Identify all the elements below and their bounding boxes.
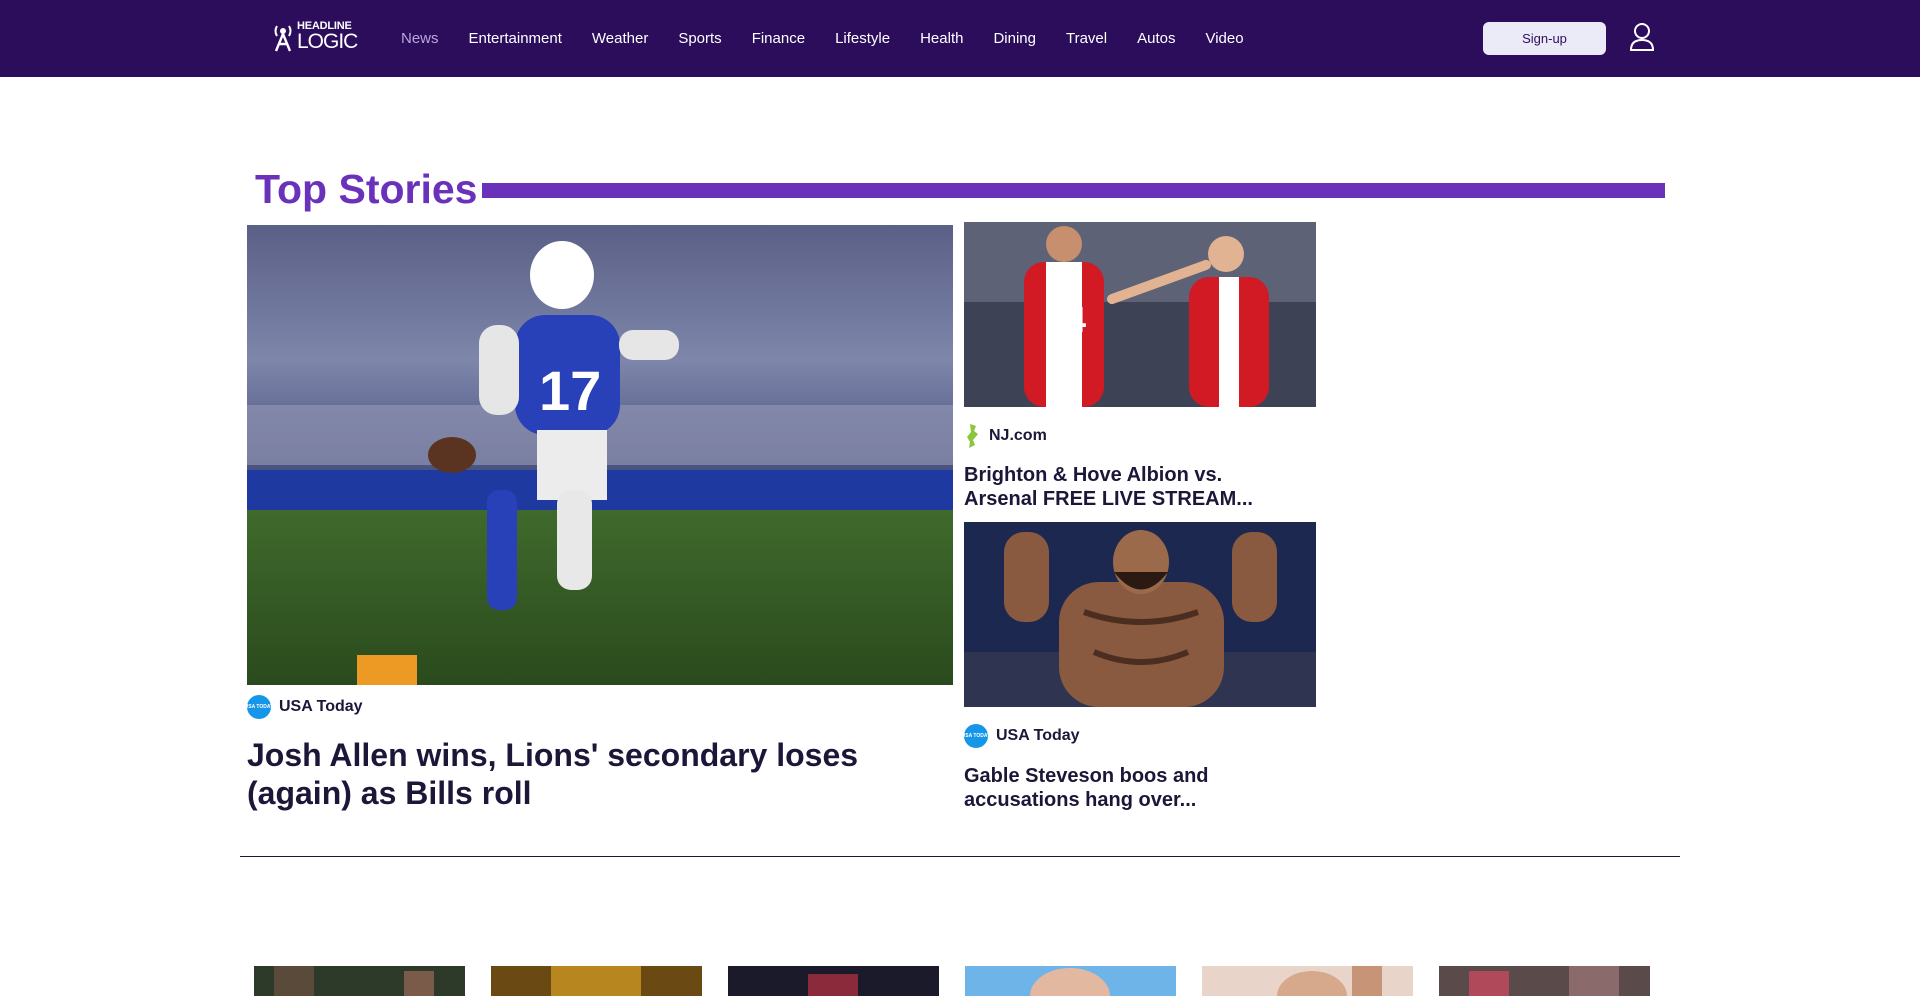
side-story-1-source: NJ.com bbox=[964, 423, 1047, 449]
story-thumbnail[interactable] bbox=[1202, 966, 1413, 996]
side-story-1-headline[interactable]: Brighton & Hove Albion vs. Arsenal FREE … bbox=[964, 463, 1294, 511]
usa-today-logo-icon: USA TODAY bbox=[962, 724, 990, 748]
nav-item-finance[interactable]: Finance bbox=[752, 29, 805, 49]
main-story-source: USA TODAY USA Today bbox=[245, 695, 363, 719]
main-nav: News Entertainment Weather Sports Financ… bbox=[401, 29, 1274, 49]
story-thumbnail[interactable] bbox=[728, 966, 939, 996]
nav-item-entertainment[interactable]: Entertainment bbox=[469, 29, 562, 49]
nj-com-logo-icon bbox=[967, 424, 978, 448]
svg-text:14: 14 bbox=[1046, 299, 1086, 340]
side-story-2-headline[interactable]: Gable Steveson boos and accusations hang… bbox=[964, 764, 1294, 812]
svg-text:17: 17 bbox=[539, 359, 601, 422]
user-icon[interactable] bbox=[1628, 22, 1656, 52]
side-story-2-source-name: USA Today bbox=[996, 727, 1080, 744]
nav-item-video[interactable]: Video bbox=[1205, 29, 1243, 49]
side-story-1-image[interactable]: 14 bbox=[964, 222, 1316, 407]
headline-logic-logo[interactable]: HEADLINE LOGIC bbox=[272, 20, 360, 53]
main-story-image[interactable]: 17 bbox=[247, 225, 953, 685]
side-story-2-source: USA TODAY USA Today bbox=[962, 724, 1080, 748]
story-thumbnail[interactable] bbox=[965, 966, 1176, 996]
nav-item-travel[interactable]: Travel bbox=[1066, 29, 1107, 49]
nav-item-lifestyle[interactable]: Lifestyle bbox=[835, 29, 890, 49]
logo-wordmark: HEADLINE LOGIC bbox=[297, 21, 358, 53]
nav-item-news[interactable]: News bbox=[401, 29, 439, 49]
story-thumbnail-row bbox=[254, 966, 1651, 996]
nav-item-autos[interactable]: Autos bbox=[1137, 29, 1175, 49]
nav-item-health[interactable]: Health bbox=[920, 29, 963, 49]
usa-today-logo-icon: USA TODAY bbox=[245, 695, 273, 719]
section-title-bar bbox=[482, 183, 1665, 198]
nav-item-weather[interactable]: Weather bbox=[592, 29, 648, 49]
top-header: HEADLINE LOGIC News Entertainment Weathe… bbox=[0, 0, 1920, 77]
story-thumbnail[interactable] bbox=[254, 966, 465, 996]
signup-button[interactable]: Sign-up bbox=[1483, 22, 1606, 55]
nav-item-sports[interactable]: Sports bbox=[678, 29, 721, 49]
section-title-top-stories: Top Stories bbox=[255, 166, 478, 212]
section-divider bbox=[240, 856, 1680, 857]
side-story-1-source-name: NJ.com bbox=[989, 427, 1047, 444]
main-story-source-name: USA Today bbox=[279, 698, 363, 715]
main-story-headline[interactable]: Josh Allen wins, Lions' secondary loses … bbox=[247, 736, 947, 812]
nav-item-dining[interactable]: Dining bbox=[993, 29, 1036, 49]
story-thumbnail[interactable] bbox=[1439, 966, 1650, 996]
logo-antenna-icon bbox=[274, 24, 292, 51]
side-story-2-image[interactable] bbox=[964, 522, 1316, 707]
logo-line2: LOGIC bbox=[297, 30, 358, 53]
story-thumbnail[interactable] bbox=[491, 966, 702, 996]
